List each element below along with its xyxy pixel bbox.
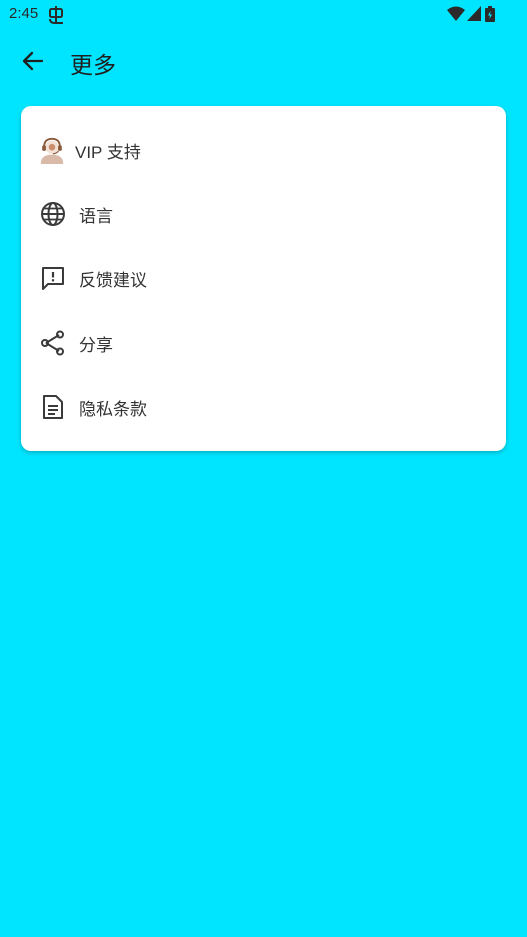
back-button[interactable] — [16, 46, 50, 76]
menu-card: VIP 支持 语言 反馈建议 分享 隐私条款 — [21, 106, 506, 451]
support-agent-icon — [38, 136, 66, 164]
debug-icon — [47, 5, 67, 25]
screen: 2:45 更多 VIP 支持 语言 反馈建议 分享 隐私条款 — [0, 0, 527, 937]
globe-icon — [39, 200, 67, 228]
menu-item-feedback[interactable]: 反馈建议 — [21, 246, 506, 310]
arrow-left-icon — [22, 51, 44, 71]
share-icon — [39, 329, 67, 357]
wifi-icon — [447, 6, 465, 21]
feedback-icon — [39, 264, 67, 292]
status-bar: 2:45 — [0, 0, 527, 30]
signal-icon — [467, 6, 481, 21]
menu-label: VIP 支持 — [75, 142, 141, 162]
menu-item-language[interactable]: 语言 — [21, 182, 506, 246]
menu-label: 隐私条款 — [79, 399, 147, 419]
page-title: 更多 — [70, 52, 116, 78]
menu-item-vip-support[interactable]: VIP 支持 — [21, 118, 506, 182]
menu-label: 反馈建议 — [79, 270, 147, 290]
menu-item-share[interactable]: 分享 — [21, 311, 506, 375]
status-time: 2:45 — [9, 5, 39, 22]
app-bar: 更多 — [0, 32, 527, 90]
menu-label: 分享 — [79, 335, 113, 355]
battery-icon — [485, 6, 495, 22]
document-icon — [39, 393, 67, 421]
status-icons — [447, 6, 497, 24]
menu-label: 语言 — [79, 206, 113, 226]
menu-item-privacy[interactable]: 隐私条款 — [21, 375, 506, 439]
